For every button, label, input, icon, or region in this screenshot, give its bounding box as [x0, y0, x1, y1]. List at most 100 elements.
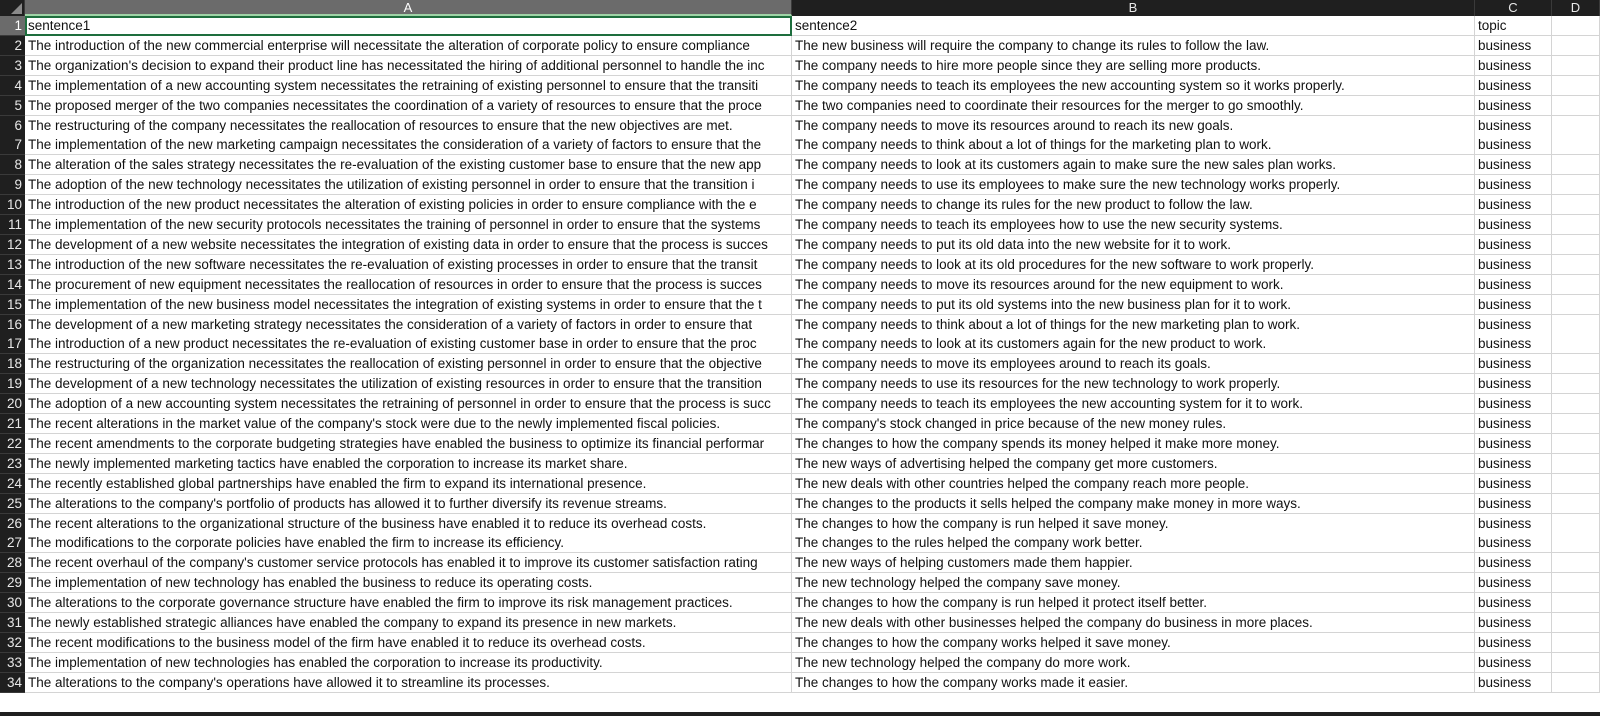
row-header[interactable]: 25	[0, 493, 25, 514]
cell-d[interactable]	[1552, 314, 1600, 335]
cell-a[interactable]: The alterations to the corporate governa…	[25, 593, 792, 614]
cell-b[interactable]: The company's stock changed in price bec…	[792, 414, 1475, 434]
cell-a[interactable]: The procurement of new equipment necessi…	[25, 274, 792, 295]
cell-b[interactable]: The changes to how the company works hel…	[792, 632, 1475, 653]
select-all-button[interactable]	[0, 0, 25, 16]
cell-d[interactable]	[1552, 672, 1600, 693]
cell-a[interactable]: The newly implemented marketing tactics …	[25, 453, 792, 474]
cell-d[interactable]	[1552, 195, 1600, 216]
cell-c[interactable]: business	[1475, 573, 1552, 594]
cell-b[interactable]: The changes to the rules helped the comp…	[792, 533, 1475, 554]
cell-c[interactable]: business	[1475, 75, 1552, 96]
row-header[interactable]: 2	[0, 35, 25, 56]
cell-a[interactable]: The alterations to the company's operati…	[25, 672, 792, 693]
column-header-c[interactable]: C	[1475, 0, 1552, 16]
cell-c[interactable]: business	[1475, 354, 1552, 375]
cell-b[interactable]: The company needs to look at its old pro…	[792, 254, 1475, 275]
cell-c[interactable]: business	[1475, 553, 1552, 574]
cell-b[interactable]: The new technology helped the company sa…	[792, 573, 1475, 594]
cell-b[interactable]: The company needs to teach its employees…	[792, 75, 1475, 96]
cell-b[interactable]: The company needs to move its resources …	[792, 115, 1475, 136]
row-header[interactable]: 3	[0, 55, 25, 76]
cell-c[interactable]: business	[1475, 632, 1552, 653]
cell-c[interactable]: business	[1475, 513, 1552, 534]
cell-a[interactable]: The restructuring of the organization ne…	[25, 354, 792, 375]
cell-a[interactable]: The introduction of a new product necess…	[25, 334, 792, 355]
cell-b[interactable]: The new deals with other countries helpe…	[792, 473, 1475, 494]
row-header[interactable]: 24	[0, 473, 25, 494]
cell-c[interactable]: business	[1475, 55, 1552, 76]
cell-a[interactable]: The development of a new technology nece…	[25, 374, 792, 395]
cell-c[interactable]: business	[1475, 115, 1552, 136]
cell-b[interactable]: The company needs to hire more people si…	[792, 55, 1475, 76]
cell-c[interactable]: business	[1475, 473, 1552, 494]
row-header[interactable]: 22	[0, 433, 25, 454]
row-header[interactable]: 16	[0, 314, 25, 335]
row-header[interactable]: 7	[0, 135, 25, 156]
cell-c[interactable]: business	[1475, 593, 1552, 614]
row-header[interactable]: 31	[0, 613, 25, 633]
cell-d[interactable]	[1552, 354, 1600, 375]
cell-d[interactable]	[1552, 453, 1600, 474]
row-header[interactable]: 34	[0, 672, 25, 693]
cell-d[interactable]	[1552, 35, 1600, 56]
row-header[interactable]: 9	[0, 175, 25, 196]
cell-d[interactable]	[1552, 274, 1600, 295]
cell-d[interactable]	[1552, 414, 1600, 434]
cell-d[interactable]	[1552, 433, 1600, 454]
cell-a[interactable]: The recent amendments to the corporate b…	[25, 433, 792, 454]
cell-a[interactable]: The newly established strategic alliance…	[25, 613, 792, 633]
cell-a[interactable]: The recently established global partners…	[25, 473, 792, 494]
cell-b[interactable]: The new deals with other businesses help…	[792, 613, 1475, 633]
row-header[interactable]: 17	[0, 334, 25, 355]
row-header[interactable]: 12	[0, 234, 25, 255]
cell-c[interactable]: business	[1475, 35, 1552, 56]
cell-c[interactable]: business	[1475, 254, 1552, 275]
cell-a[interactable]: The adoption of a new accounting system …	[25, 394, 792, 415]
row-header[interactable]: 13	[0, 254, 25, 275]
cell-a[interactable]: The development of a new marketing strat…	[25, 314, 792, 335]
cell-c[interactable]: business	[1475, 195, 1552, 216]
row-header[interactable]: 21	[0, 414, 25, 434]
row-header[interactable]: 18	[0, 354, 25, 375]
cell-c[interactable]: business	[1475, 135, 1552, 156]
cell-c[interactable]: business	[1475, 613, 1552, 633]
cell-c[interactable]: business	[1475, 672, 1552, 693]
cell-b[interactable]: sentence2	[792, 16, 1475, 36]
cell-d[interactable]	[1552, 115, 1600, 136]
cell-c[interactable]: business	[1475, 414, 1552, 434]
cell-b[interactable]: The changes to how the company is run he…	[792, 593, 1475, 614]
row-header[interactable]: 26	[0, 513, 25, 534]
cell-d[interactable]	[1552, 95, 1600, 116]
cell-b[interactable]: The company needs to think about a lot o…	[792, 314, 1475, 335]
row-header[interactable]: 1	[0, 16, 25, 36]
cell-d[interactable]	[1552, 632, 1600, 653]
cell-d[interactable]	[1552, 215, 1600, 235]
cell-d[interactable]	[1552, 16, 1600, 36]
row-header[interactable]: 27	[0, 533, 25, 554]
cell-d[interactable]	[1552, 613, 1600, 633]
cell-b[interactable]: The company needs to move its employees …	[792, 354, 1475, 375]
cell-a[interactable]: The implementation of a new accounting s…	[25, 75, 792, 96]
cell-d[interactable]	[1552, 155, 1600, 176]
row-header[interactable]: 19	[0, 374, 25, 395]
cell-d[interactable]	[1552, 573, 1600, 594]
cell-b[interactable]: The company needs to teach its employees…	[792, 215, 1475, 235]
cell-d[interactable]	[1552, 374, 1600, 395]
cell-d[interactable]	[1552, 394, 1600, 415]
cell-c[interactable]: business	[1475, 334, 1552, 355]
cell-b[interactable]: The changes to how the company spends it…	[792, 433, 1475, 454]
cell-d[interactable]	[1552, 175, 1600, 196]
cell-c[interactable]: business	[1475, 215, 1552, 235]
cell-a[interactable]: The recent modifications to the business…	[25, 632, 792, 653]
cell-a[interactable]: The implementation of the new security p…	[25, 215, 792, 235]
cell-a[interactable]: The proposed merger of the two companies…	[25, 95, 792, 116]
cell-d[interactable]	[1552, 553, 1600, 574]
cell-a[interactable]: The adoption of the new technology neces…	[25, 175, 792, 196]
row-header[interactable]: 23	[0, 453, 25, 474]
row-header[interactable]: 29	[0, 573, 25, 594]
cell-a[interactable]: The recent alterations in the market val…	[25, 414, 792, 434]
row-header[interactable]: 30	[0, 593, 25, 614]
cell-c[interactable]: business	[1475, 433, 1552, 454]
cell-d[interactable]	[1552, 234, 1600, 255]
